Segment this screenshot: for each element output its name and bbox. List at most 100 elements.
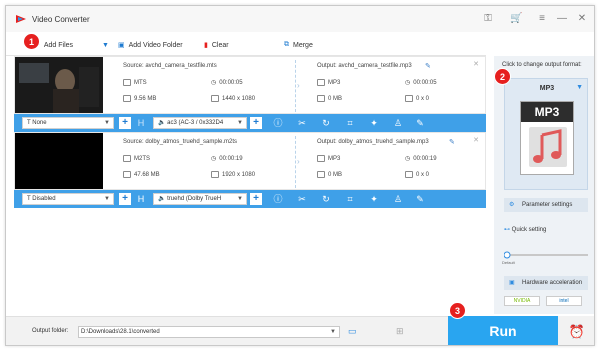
cart-icon[interactable]: 🛒 (510, 13, 522, 25)
key-icon[interactable]: ⚿ (482, 13, 494, 25)
output-format: MP3 (317, 155, 340, 162)
clock-icon: ◷ (211, 80, 217, 86)
clear-button[interactable]: ▮ Clear (204, 39, 229, 51)
chip-icon: ▣ (509, 280, 515, 286)
settings-icon: ⚙ (509, 202, 515, 208)
alarm-clock-icon: ⏰ (568, 324, 586, 339)
add-subtitle-button[interactable]: + (119, 193, 131, 205)
output-resolution-value: 0 x 0 (416, 171, 430, 178)
minimize-icon[interactable]: — (556, 13, 568, 25)
source-duration: ◷ 00:00:19 (211, 155, 243, 163)
toolbar: + Add Files ▼ ▣ Add Video Folder ▮ Clear… (6, 32, 486, 56)
size-icon (123, 95, 131, 102)
source-size-value: 9.56 MB (134, 95, 157, 102)
clock-icon: ◷ (405, 80, 411, 86)
add-audio-button[interactable]: + (250, 193, 262, 205)
format-icon (123, 155, 131, 162)
hdr-icon[interactable]: H (135, 117, 147, 129)
output-filename: Output: avchd_camera_testfile.mp3 (317, 63, 412, 69)
subtitle-select[interactable]: T None ▼ (22, 117, 114, 129)
crop-icon[interactable]: ⌗ (344, 117, 356, 129)
resolution-icon (405, 95, 413, 102)
output-filename: Output: dolby_atmos_truehd_sample.mp3 (317, 139, 429, 145)
merge-label: Merge (293, 41, 313, 49)
add-files-dropdown-icon[interactable]: ▼ (102, 39, 109, 51)
size-icon (317, 95, 325, 102)
effect-icon[interactable]: ✦ (368, 117, 380, 129)
size-icon (123, 171, 131, 178)
chevron-down-icon: ▼ (237, 120, 243, 126)
file-card[interactable]: Source: avchd_camera_testfile.mts MTS ◷ 0… (14, 56, 486, 114)
audio-track-select[interactable]: 🔈 truehd (Dolby TrueH ▼ (153, 193, 247, 205)
remove-file-icon[interactable]: ✕ (473, 60, 479, 68)
output-format-selector[interactable]: MP3 ▼ MP3 (504, 78, 588, 190)
hardware-acceleration-toggle[interactable]: ▣ Hardware acceleration (504, 276, 588, 290)
trash-icon: ▮ (204, 42, 208, 49)
rotate-icon[interactable]: ↻ (320, 193, 332, 205)
video-thumbnail[interactable] (15, 133, 103, 189)
merge-button[interactable]: ⧉ Merge (284, 39, 313, 51)
hdr-icon[interactable]: H (135, 193, 147, 205)
format-icon (317, 155, 325, 162)
menu-icon[interactable]: ≡ (536, 13, 548, 25)
export-icon[interactable]: ⊞ (396, 326, 404, 337)
cut-icon[interactable]: ✂ (296, 117, 308, 129)
parameter-settings-button[interactable]: ⚙ Parameter settings (504, 198, 588, 212)
close-icon[interactable]: ✕ (576, 13, 588, 25)
output-resolution-value: 0 x 0 (416, 95, 430, 102)
add-subtitle-button[interactable]: + (119, 117, 131, 129)
output-duration-value: 00:00:05 (413, 79, 437, 86)
remove-file-icon[interactable]: ✕ (473, 136, 479, 144)
subtitle-select[interactable]: T Disabled ▼ (22, 193, 114, 205)
crop-icon[interactable]: ⌗ (344, 193, 356, 205)
source-resolution-value: 1920 x 1080 (222, 171, 256, 178)
add-video-folder-button[interactable]: ▣ Add Video Folder (118, 39, 183, 51)
watermark-icon[interactable]: ♙ (392, 193, 404, 205)
file-card[interactable]: Source: dolby_atmos_truehd_sample.m2ts M… (14, 132, 486, 190)
info-icon[interactable]: ⓘ (272, 193, 284, 205)
add-audio-button[interactable]: + (250, 117, 262, 129)
cut-icon[interactable]: ✂ (296, 193, 308, 205)
quick-setting: ⊷ Quick setting (504, 226, 546, 233)
audio-track-select[interactable]: 🔈 ac3 (AC-3 / 0x332D4 ▼ (153, 117, 247, 129)
source-format: MTS (123, 79, 147, 86)
info-icon[interactable]: ⓘ (272, 117, 284, 129)
edit-name-icon[interactable]: ✎ (449, 138, 455, 146)
run-button[interactable]: Run (448, 316, 558, 345)
mp3-format-icon: MP3 (520, 101, 574, 175)
output-format-panel: Click to change output format: MP3 ▼ MP3… (494, 56, 594, 314)
video-thumbnail[interactable] (15, 57, 103, 113)
output-format-value: MP3 (328, 79, 341, 86)
effect-icon[interactable]: ✦ (368, 193, 380, 205)
parameter-settings-label: Parameter settings (522, 202, 573, 208)
edit-name-icon[interactable]: ✎ (425, 62, 431, 70)
arrow-right-icon: › (297, 81, 300, 90)
subtitle-edit-icon[interactable]: ✎ (414, 117, 426, 129)
rotate-icon[interactable]: ↻ (320, 117, 332, 129)
app-title: Video Converter (32, 15, 90, 24)
source-format-value: M2TS (134, 155, 151, 162)
open-folder-icon[interactable]: ▭ (348, 326, 357, 337)
clock-icon: ◷ (211, 156, 217, 162)
chevron-down-icon: ▼ (330, 329, 336, 335)
output-duration: ◷ 00:00:19 (405, 155, 437, 163)
output-folder-field[interactable]: D:\Downloads\28.1\converted ▼ (78, 326, 340, 338)
audio-track-value: ac3 (AC-3 / 0x332D4 (167, 120, 224, 126)
file-control-bar: T Disabled ▼ + H 🔈 truehd (Dolby TrueH ▼ +… (14, 190, 486, 208)
alarm-button[interactable]: ⏰ (558, 316, 594, 345)
video-thumbnail-image (15, 57, 103, 113)
output-duration-value: 00:00:19 (413, 155, 437, 162)
format-icon-label: MP3 (521, 102, 573, 122)
source-filename: Source: avchd_camera_testfile.mts (123, 63, 217, 69)
watermark-icon[interactable]: ♙ (392, 117, 404, 129)
quality-slider[interactable] (503, 251, 588, 259)
nvidia-badge: NVIDIA (504, 296, 540, 306)
chevron-down-icon: ▼ (104, 120, 110, 126)
source-size-value: 47.68 MB (134, 171, 160, 178)
step-badge-2: 2 (494, 68, 511, 85)
subtitle-edit-icon[interactable]: ✎ (414, 193, 426, 205)
clear-label: Clear (211, 41, 229, 49)
chevron-down-icon: ▼ (104, 196, 110, 202)
output-format: MP3 (317, 79, 340, 86)
format-icon (317, 79, 325, 86)
